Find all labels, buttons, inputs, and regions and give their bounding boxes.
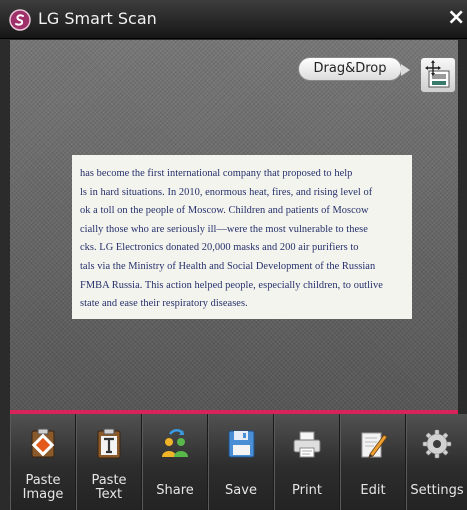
document-line: has become the first international compa… (80, 168, 353, 179)
print-button[interactable]: Print (274, 414, 340, 510)
pencil-icon (361, 432, 388, 458)
bottom-toolbar: Paste Image Paste Text Share Save Print … (10, 414, 467, 510)
settings-button[interactable]: Settings (406, 414, 467, 510)
document-line: ok a toll on the people of Moscow. Child… (80, 205, 369, 217)
document-line: ls in hard situations. In 2010, enormous… (80, 186, 373, 198)
save-button[interactable]: Save (208, 414, 274, 510)
scan-drop-area[interactable]: Drag&Drop has become the first internati… (10, 40, 458, 410)
document-line: cks. LG Electronics donated 20,000 masks… (80, 242, 359, 254)
edit-button[interactable]: Edit (340, 414, 406, 510)
document-line: state and ease their respiratory disease… (80, 298, 248, 310)
drag-drop-label: Drag&Drop (298, 57, 410, 81)
print-label: Print (292, 483, 322, 498)
share-button[interactable]: Share (142, 414, 208, 510)
save-label: Save (225, 483, 257, 498)
gear-icon (422, 429, 452, 459)
paste-image-button[interactable]: Paste Image (10, 414, 76, 510)
share-label: Share (156, 483, 194, 498)
scanned-document: has become the first international compa… (72, 155, 412, 319)
paste-text-button[interactable]: Paste Text (76, 414, 142, 510)
edit-label: Edit (360, 483, 386, 498)
document-line: cially those who are seriously ill—were … (80, 223, 368, 235)
drag-move-icon (425, 60, 450, 88)
printer-icon (293, 431, 321, 458)
document-line: tals via the Ministry of Health and Soci… (80, 260, 376, 272)
close-button[interactable]: × (447, 5, 465, 30)
settings-label: Settings (410, 483, 464, 498)
share-icon (162, 429, 188, 457)
paste-text-label: Paste Text (91, 473, 127, 502)
drag-drop-handle[interactable] (420, 57, 456, 93)
document-line: FMBA Russia. This action helped people, … (80, 279, 383, 291)
window-title: LG Smart Scan (38, 9, 157, 28)
paste-text-icon (97, 428, 121, 459)
paste-image-icon (31, 428, 55, 458)
title-bar: LG Smart Scan × (0, 0, 467, 39)
paste-image-label: Paste Image (22, 473, 64, 502)
floppy-disk-icon (228, 430, 255, 458)
lg-logo-icon (9, 9, 31, 31)
